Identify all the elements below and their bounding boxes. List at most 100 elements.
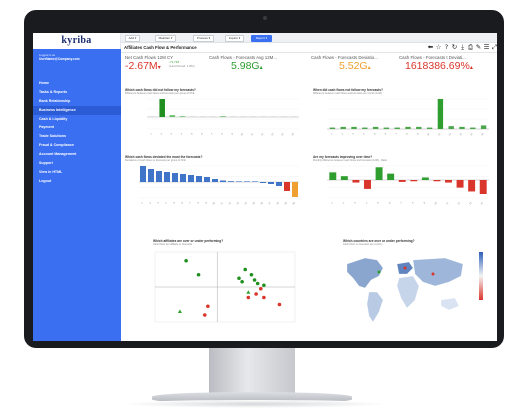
bar[interactable] (340, 126, 346, 129)
bar[interactable] (329, 127, 336, 129)
bar[interactable] (172, 173, 178, 182)
bar[interactable] (236, 181, 242, 182)
edit-icon[interactable]: ✎ (475, 44, 482, 51)
menu-add[interactable]: Add ▾ (125, 35, 140, 42)
bar[interactable] (405, 126, 411, 129)
scatter-point[interactable] (277, 302, 282, 307)
bar[interactable] (196, 176, 202, 182)
bar[interactable] (260, 116, 267, 117)
bar[interactable] (220, 116, 226, 117)
expand-icon[interactable]: ⤢ (491, 44, 497, 51)
sidebar-item-cash-liquidity[interactable]: Cash & Liquidity (33, 115, 121, 124)
bar[interactable] (329, 172, 337, 180)
bar[interactable] (276, 182, 282, 186)
bar[interactable] (180, 174, 186, 182)
bar[interactable] (416, 126, 422, 129)
scatter-point[interactable] (177, 309, 182, 314)
star-icon[interactable]: ☆ (435, 44, 442, 51)
scatter-point[interactable] (240, 279, 244, 284)
menu-report[interactable]: Report ▾ (251, 35, 272, 42)
bar[interactable] (212, 179, 218, 182)
scatter-point[interactable] (254, 292, 258, 296)
sidebar-item-home[interactable]: Home (33, 79, 121, 88)
kpi-forecasts-deviation[interactable]: Cash Flows - Forecasts Deviatio... 5.52G… (311, 55, 399, 83)
bar[interactable] (426, 127, 433, 129)
scatter-point[interactable] (246, 290, 251, 294)
bar[interactable] (372, 126, 379, 129)
sidebar-item-bank-relationship[interactable]: Bank Relationship (33, 97, 121, 106)
bar[interactable] (468, 180, 476, 192)
chart-panel-forecast-improvement[interactable]: Are my forecasts improving over time? Mo… (313, 155, 495, 215)
chart-panel-cfe-deviation[interactable]: Which cash flows did not follow my forec… (125, 88, 305, 150)
scatter-point[interactable] (246, 295, 251, 300)
bar[interactable] (210, 116, 216, 117)
bar[interactable] (164, 172, 170, 182)
bar[interactable] (281, 116, 287, 117)
scatter-point[interactable] (262, 295, 266, 300)
bar[interactable] (394, 127, 400, 129)
bar[interactable] (479, 180, 487, 194)
bar[interactable] (291, 116, 297, 117)
bar[interactable] (445, 180, 452, 183)
scatter-point[interactable] (206, 304, 210, 309)
bar[interactable] (188, 175, 194, 182)
map-marker[interactable] (377, 270, 381, 274)
map-marker[interactable] (403, 266, 407, 270)
bar[interactable] (340, 176, 348, 180)
kpi-forecasts-deviation-pct[interactable]: Cash Flows - Forecasts t Deviati... 1618… (399, 55, 495, 83)
bar[interactable] (268, 182, 274, 184)
bar[interactable] (352, 180, 360, 183)
scatter-point[interactable] (249, 272, 254, 277)
bar[interactable] (156, 171, 162, 182)
chart-panel-countries-map[interactable]: Which countries are over or under perfor… (313, 239, 495, 339)
map-marker[interactable] (431, 272, 435, 276)
chart-panel-monthly-deviation[interactable]: When did cash flows not follow my foreca… (313, 88, 495, 150)
sidebar-item-support[interactable]: Support (33, 159, 121, 168)
bar[interactable] (433, 180, 441, 182)
bar[interactable] (250, 116, 257, 117)
bar[interactable] (459, 126, 465, 129)
sidebar-item-trade-solutions[interactable]: Trade Solutions (33, 132, 121, 141)
scatter-point[interactable] (196, 272, 201, 277)
scatter-point[interactable] (237, 276, 241, 281)
scatter-point[interactable] (243, 267, 248, 272)
bar[interactable] (351, 126, 357, 129)
print-icon[interactable]: ⎙ (467, 44, 474, 51)
bar[interactable] (284, 182, 290, 191)
bar[interactable] (364, 180, 371, 189)
bar[interactable] (140, 166, 146, 182)
bar[interactable] (260, 182, 266, 183)
bar[interactable] (421, 177, 429, 180)
bar[interactable] (456, 180, 464, 188)
bar[interactable] (244, 181, 250, 182)
bar[interactable] (240, 116, 247, 117)
scatter-point[interactable] (252, 278, 257, 282)
bar[interactable] (230, 116, 236, 117)
menu-process[interactable]: Process ▾ (193, 35, 214, 42)
bar[interactable] (228, 181, 234, 182)
bar[interactable] (362, 127, 368, 129)
bar[interactable] (169, 115, 176, 117)
scatter-point[interactable] (258, 286, 263, 291)
sidebar-item-logout[interactable]: Logout (33, 177, 121, 186)
scatter-point[interactable] (262, 283, 266, 288)
scatter-point[interactable] (184, 258, 188, 263)
scatter-point[interactable] (202, 313, 207, 317)
bar[interactable] (189, 116, 196, 117)
sidebar-item-view-in-html[interactable]: View in HTML (33, 168, 121, 177)
bar[interactable] (480, 125, 487, 129)
bar[interactable] (149, 116, 155, 117)
bar[interactable] (270, 116, 277, 117)
bar[interactable] (148, 169, 154, 182)
bar[interactable] (220, 180, 226, 183)
bar[interactable] (410, 180, 418, 182)
bar[interactable] (252, 181, 258, 182)
bar[interactable] (199, 116, 206, 117)
bar[interactable] (470, 127, 476, 129)
kpi-net-cash-flows[interactable]: Net Cash Flows 12M CY -2.67M▾ -71,716 (L… (125, 55, 213, 83)
bar[interactable] (204, 177, 210, 182)
refresh-icon[interactable]: ↻ (451, 44, 458, 51)
sidebar-item-tasks-reports[interactable]: Tasks & Reports (33, 88, 121, 97)
menu-maintain[interactable]: Maintain ▾ (155, 35, 176, 42)
bar[interactable] (292, 182, 298, 197)
